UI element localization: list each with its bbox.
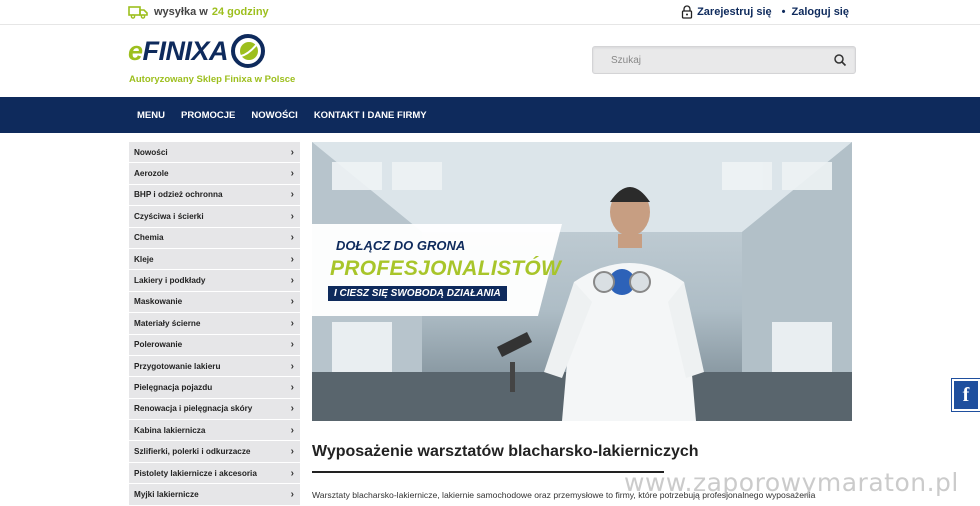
logo-swirl-icon <box>231 34 265 68</box>
sidebar-category-item[interactable]: Przygotowanie lakieru › <box>129 355 300 378</box>
chevron-right-icon: › <box>290 253 294 265</box>
search-input[interactable] <box>593 47 823 73</box>
sidebar-category-label: Pielęgnacja pojazdu <box>134 382 213 392</box>
chevron-right-icon: › <box>290 317 294 329</box>
sidebar-category-item[interactable]: Czyściwa i ścierki › <box>129 206 300 228</box>
chevron-right-icon: › <box>290 168 294 180</box>
sidebar-category-label: BHP i odzież ochronna <box>134 190 223 200</box>
sidebar-category-item[interactable]: Materiały ścierne › <box>129 313 300 335</box>
sidebar-category-item[interactable]: Aerozole › <box>129 163 300 185</box>
nav-item-kontakt-i-dane-firmy[interactable]: KONTAKT I DANE FIRMY <box>306 110 435 121</box>
chevron-right-icon: › <box>290 381 294 393</box>
facebook-icon: f <box>962 383 970 406</box>
sidebar-category-label: Kabina lakiernicza <box>134 425 206 435</box>
logo-wordmark: eFINIXA <box>128 36 229 67</box>
chevron-right-icon: › <box>290 488 294 500</box>
auth-links: Zarejestruj się • Zaloguj się <box>681 5 849 19</box>
hero-banner[interactable]: DOŁĄCZ DO GRONA PROFESJONALISTÓW I CIESZ… <box>312 142 852 421</box>
chevron-right-icon: › <box>290 446 294 458</box>
sidebar-category-label: Renowacja i pielęgnacja skóry <box>134 404 253 414</box>
banner-line-1: DOŁĄCZ DO GRONA <box>336 238 466 253</box>
main-nav: MENU PROMOCJE NOWOŚCI KONTAKT I DANE FIRMY <box>0 97 980 133</box>
watermark: www.zaporowymaraton.pl <box>624 468 959 497</box>
logo-e: e <box>128 36 143 66</box>
sidebar-category-label: Polerowanie <box>134 340 183 350</box>
chevron-right-icon: › <box>290 296 294 308</box>
sidebar-category-label: Aerozole <box>134 169 169 179</box>
sidebar-category-item[interactable]: Pielęgnacja pojazdu › <box>129 377 300 399</box>
nav-item-nowości[interactable]: NOWOŚCI <box>243 110 305 121</box>
search-box <box>592 46 856 74</box>
lock-icon <box>681 5 693 19</box>
chevron-right-icon: › <box>290 210 294 222</box>
sidebar-category-item[interactable]: Myjki lakiernicze › <box>129 484 300 506</box>
chevron-right-icon: › <box>290 232 294 244</box>
sidebar-category-item[interactable]: Polerowanie › <box>129 334 300 356</box>
sidebar-category-item[interactable]: Lakiery i podkłady › <box>129 270 300 292</box>
sidebar-category-label: Myjki lakiernicze <box>134 489 199 499</box>
sidebar-category-label: Materiały ścierne <box>134 318 201 328</box>
nav-item-promocje[interactable]: PROMOCJE <box>173 110 243 121</box>
chevron-right-icon: › <box>290 424 294 436</box>
chevron-right-icon: › <box>290 467 294 479</box>
sidebar-category-label: Szlifierki, polerki i odkurzacze <box>134 447 251 457</box>
chevron-right-icon: › <box>290 360 294 372</box>
banner-image <box>312 142 852 421</box>
sidebar-category-label: Przygotowanie lakieru <box>134 361 221 371</box>
category-sidebar: Nowości › Aerozole › BHP i odzież ochronna › C… <box>129 142 300 506</box>
site-logo[interactable]: eFINIXA Autoryzowany Sklep Finixa w Pols… <box>128 34 298 88</box>
sidebar-category-item[interactable]: BHP i odzież ochronna › <box>129 184 300 207</box>
login-link[interactable]: Zaloguj się <box>792 6 849 18</box>
shipping-prefix: wysyłka w <box>154 6 208 18</box>
register-link[interactable]: Zarejestruj się <box>697 6 772 18</box>
sidebar-category-label: Pistolety lakiernicze i akcesoria <box>134 468 257 478</box>
sidebar-category-item[interactable]: Maskowanie › <box>129 291 300 314</box>
shipping-info: wysyłka w 24 godziny <box>128 5 269 19</box>
sidebar-category-item[interactable]: Kleje › <box>129 248 300 271</box>
sidebar-category-item[interactable]: Nowości › <box>129 142 300 164</box>
shipping-highlight: 24 godziny <box>211 6 269 18</box>
sidebar-category-item[interactable]: Szlifierki, polerki i odkurzacze › <box>129 441 300 463</box>
truck-icon <box>128 6 148 19</box>
nav-item-menu[interactable]: MENU <box>129 110 173 121</box>
search-icon[interactable] <box>833 53 847 67</box>
auth-separator: • <box>781 6 786 18</box>
facebook-button[interactable]: f <box>951 378 980 412</box>
chevron-right-icon: › <box>290 189 294 201</box>
chevron-right-icon: › <box>290 403 294 415</box>
logo-subtitle: Autoryzowany Sklep Finixa w Polsce <box>129 74 296 85</box>
section-heading: Wyposażenie warsztatów blacharsko-lakier… <box>312 443 699 460</box>
sidebar-category-label: Czyściwa i ścierki <box>134 211 204 221</box>
banner-line-3: I CIESZ SIĘ SWOBODĄ DZIAŁANIA <box>328 286 507 301</box>
sidebar-category-label: Kleje <box>134 254 154 264</box>
sidebar-category-item[interactable]: Pistolety lakiernicze i akcesoria › <box>129 462 300 485</box>
top-bar: wysyłka w 24 godziny Zarejestruj się • Z… <box>0 0 980 25</box>
chevron-right-icon: › <box>290 275 294 287</box>
sidebar-category-item[interactable]: Renowacja i pielęgnacja skóry › <box>129 398 300 421</box>
sidebar-category-item[interactable]: Chemia › <box>129 227 300 249</box>
banner-line-2: PROFESJONALISTÓW <box>330 257 562 280</box>
nav-items: MENU PROMOCJE NOWOŚCI KONTAKT I DANE FIRMY <box>129 97 435 133</box>
heading-underline <box>312 471 664 473</box>
sidebar-category-label: Lakiery i podkłady <box>134 276 206 286</box>
logo-word-rest: FINIXA <box>142 36 229 66</box>
sidebar-category-label: Nowości <box>134 147 168 157</box>
sidebar-category-label: Maskowanie <box>134 297 183 307</box>
sidebar-category-label: Chemia <box>134 233 164 243</box>
sidebar-category-item[interactable]: Kabina lakiernicza › <box>129 420 300 442</box>
chevron-right-icon: › <box>290 146 294 158</box>
chevron-right-icon: › <box>290 339 294 351</box>
